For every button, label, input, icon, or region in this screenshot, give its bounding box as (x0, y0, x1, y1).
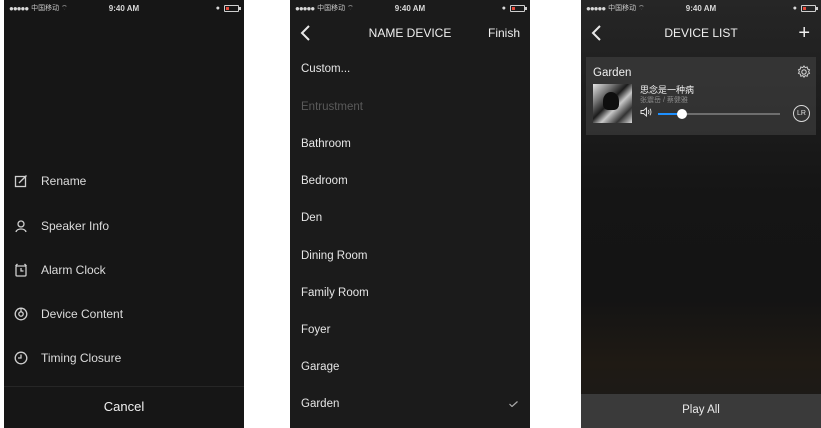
album-cover[interactable] (593, 84, 632, 123)
carrier-label: 中国移动 (608, 5, 637, 12)
menu-item-speaker-info[interactable]: Speaker Info (14, 216, 109, 236)
room-option[interactable]: Den (301, 212, 322, 224)
status-bar: ●●●●● 中国移动 ⌔ 9:40 AM ● (290, 0, 530, 16)
menu-item-label: Speaker Info (41, 219, 110, 233)
device-card[interactable]: Garden 思念是一种病 张震岳 / 蔡健雅 LR (586, 57, 816, 135)
room-option[interactable]: Entrustment (301, 101, 363, 113)
finish-button[interactable]: Finish (488, 26, 520, 40)
volume-knob[interactable] (677, 109, 688, 119)
cancel-button[interactable]: Cancel (4, 386, 244, 426)
volume-icon[interactable] (640, 107, 652, 117)
wifi-icon: ⌔ (61, 4, 68, 12)
wifi-icon: ⌔ (347, 4, 354, 12)
gear-icon[interactable] (797, 65, 811, 79)
action-menu-screen: ●●●●● 中国移动 ⌔ 9:40 AM ● Rename Speaker In… (4, 0, 244, 428)
room-option[interactable]: Family Room (301, 287, 369, 299)
menu-item-timing-closure[interactable]: Timing Closure (14, 348, 121, 368)
back-icon[interactable] (590, 24, 604, 42)
carrier-label: 中国移动 (317, 5, 346, 12)
page-title: DEVICE LIST (664, 26, 738, 40)
status-bar: ●●●●● 中国移动 ⌔ 9:40 AM ● (581, 0, 821, 16)
add-device-button[interactable]: + (798, 23, 810, 43)
room-option[interactable]: Custom... (301, 63, 350, 75)
volume-slider[interactable] (658, 109, 780, 119)
room-option[interactable]: Bathroom (301, 138, 351, 150)
device-list-screen: ●●●●● 中国移动 ⌔ 9:40 AM ● DEVICE LIST + Gar… (581, 0, 821, 428)
edit-icon (14, 174, 28, 188)
signal-icon: ●●●●● (9, 3, 29, 13)
channel-button[interactable]: LR (793, 105, 810, 122)
content-icon (14, 307, 28, 321)
location-icon: ● (792, 4, 797, 12)
battery-icon (801, 4, 818, 12)
timer-icon (14, 351, 28, 365)
name-device-screen: ●●●●● 中国移动 ⌔ 9:40 AM ● NAME DEVICE Finis… (290, 0, 530, 428)
menu-item-label: Rename (41, 174, 87, 188)
menu-item-label: Device Content (41, 307, 124, 321)
room-option[interactable]: Garage (301, 361, 339, 373)
menu-item-device-content[interactable]: Device Content (14, 304, 123, 324)
checkmark-icon (509, 401, 518, 407)
signal-icon: ●●●●● (586, 3, 606, 13)
back-icon[interactable] (299, 24, 313, 42)
person-icon (14, 219, 28, 233)
alarm-clock-icon (14, 263, 28, 277)
location-icon: ● (215, 4, 220, 12)
wifi-icon: ⌔ (638, 4, 645, 12)
zone-name: Garden (593, 67, 632, 79)
battery-icon (510, 4, 527, 12)
signal-icon: ●●●●● (295, 3, 315, 13)
room-option[interactable]: Dining Room (301, 250, 367, 262)
carrier-label: 中国移动 (31, 5, 60, 12)
menu-item-label: Alarm Clock (41, 263, 106, 277)
play-all-button[interactable]: Play All (581, 394, 821, 428)
battery-icon (224, 4, 241, 12)
track-artist: 张震岳 / 蔡健雅 (640, 97, 688, 104)
room-option[interactable]: Bedroom (301, 175, 348, 187)
menu-item-rename[interactable]: Rename (14, 171, 86, 191)
menu-item-label: Timing Closure (41, 351, 122, 365)
room-option-selected[interactable]: Garden (301, 398, 339, 410)
room-option[interactable]: Foyer (301, 324, 330, 336)
location-icon: ● (501, 4, 506, 12)
status-bar: ●●●●● 中国移动 ⌔ 9:40 AM ● (4, 0, 244, 16)
menu-item-alarm-clock[interactable]: Alarm Clock (14, 260, 106, 280)
